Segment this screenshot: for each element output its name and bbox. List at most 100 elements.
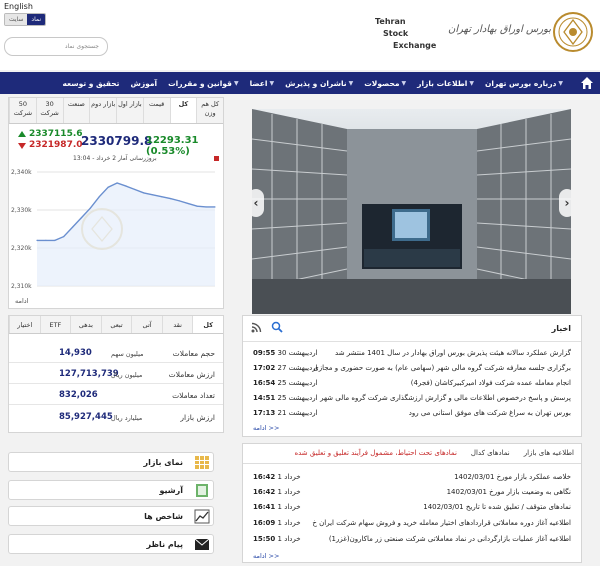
tab-first-market[interactable]: بازار اول	[116, 98, 143, 123]
slideshow-prev-button[interactable]: ‹	[252, 189, 264, 217]
chevron-down-icon: ▼	[233, 79, 239, 87]
data-point	[63, 236, 65, 238]
notice-item-time: 16:42 1 خرداد	[253, 488, 301, 496]
news-item[interactable]: انجام معامله عمده شرکت فولاد امیرکبیرکاش…	[249, 377, 577, 391]
nav-regulations[interactable]: قوانین و مقررات ▼	[168, 79, 238, 88]
grid-icon	[195, 456, 209, 469]
search-icon[interactable]	[271, 321, 283, 333]
mode-symbol-option[interactable]: نماد	[27, 14, 46, 25]
news-item[interactable]: گزارش عملکرد سالانه هیئت پذیرش بورس اورا…	[249, 347, 577, 361]
nav-research[interactable]: تحقیق و توسعه	[63, 79, 120, 88]
news-more-link[interactable]: ادامه >>	[253, 424, 279, 432]
stat-label: تعداد معاملات	[172, 391, 215, 400]
stat-row-count: تعداد معاملات 832,026	[9, 385, 223, 405]
news-item[interactable]: پرسش و پاسخ درخصوص اطلاعات مالی و گزارش …	[249, 392, 577, 406]
notice-item[interactable]: خلاصه عملکرد بازار مورخ 1402/03/01 16:42…	[249, 471, 577, 485]
notice-item[interactable]: اطلاعیه آغاز دوره معاملاتی قراردادهای اخ…	[249, 517, 577, 531]
news-item-time: 09:55 30 اردیبهشت	[253, 349, 318, 357]
tab-total[interactable]: کل	[169, 98, 197, 123]
stats-tab-total[interactable]: کل	[192, 316, 223, 333]
index-change: 12293.31 (0.53%)	[146, 135, 199, 157]
data-point	[161, 196, 163, 198]
market-view-button[interactable]: نمای بازار	[8, 452, 214, 472]
indices-button[interactable]: شاخص ها	[8, 506, 214, 526]
nav-issuers[interactable]: ناشران و پذیرش ▼	[285, 79, 353, 88]
news-time: 17:13	[253, 409, 276, 417]
stat-label: ارزش معاملات	[168, 370, 215, 379]
data-point	[169, 198, 172, 200]
stat-value: 832,026	[59, 390, 98, 400]
stat-value: 85,927,445	[59, 412, 113, 422]
notice-item-text: نمادهای متوقف / تعلیق شده تا تاریخ 1402/…	[423, 503, 571, 511]
tab-industry[interactable]: صنعت	[62, 98, 90, 123]
stats-tab-etf[interactable]: ETF	[39, 316, 71, 333]
tab-30-companies[interactable]: 30 شرکت	[35, 98, 63, 123]
news-time: 16:54	[253, 379, 276, 387]
data-point	[125, 185, 127, 187]
stats-tab-debt[interactable]: بدهی	[70, 316, 101, 333]
chart-update-caption: بروزرسانی آمار 2 خرداد - 13:04	[73, 155, 157, 162]
slideshow-next-button[interactable]: ›	[559, 189, 571, 217]
tab-total-equal-weight[interactable]: کل هم وزن	[196, 98, 223, 123]
notice-item[interactable]: نمادهای متوقف / تعلیق شده تا تاریخ 1402/…	[249, 501, 577, 515]
logo-text-english: Tehran Stock Exchange	[375, 16, 436, 52]
stats-tab-derivatives[interactable]: تبعی	[100, 316, 132, 333]
data-point	[152, 194, 154, 196]
stats-tab-futures[interactable]: آتی	[131, 316, 162, 333]
nav-education[interactable]: آموزش	[131, 79, 158, 88]
news-item-text: انجام معامله عمده شرکت فولاد امیرکبیرکاش…	[410, 379, 571, 387]
notice-item[interactable]: نگاهی به وضعیت بازار مورخ 1402/03/01 16:…	[249, 486, 577, 500]
index-intraday-chart: 2,340k 2,330k 2,320k 2,310k	[11, 169, 216, 290]
arrow-down-icon	[18, 143, 26, 149]
notice-date: 1 خرداد	[277, 488, 301, 496]
notices-tabs: اطلاعیه های بازار نمادهای کدال نمادهای ت…	[243, 444, 581, 464]
notices-more-link[interactable]: ادامه >>	[253, 552, 279, 560]
tab-second-market[interactable]: بازار دوم	[89, 98, 116, 123]
data-point	[89, 207, 91, 209]
notice-item-time: 16:09 1 خرداد	[253, 519, 301, 527]
notice-item-time: 16:41 1 خرداد	[253, 503, 301, 511]
chevron-right-icon: ›	[564, 196, 570, 210]
nav-products[interactable]: محصولات ▼	[364, 79, 406, 88]
tab-price[interactable]: قیمت	[142, 98, 170, 123]
archive-icon	[196, 484, 208, 497]
chevron-down-icon: ▼	[269, 79, 275, 87]
english-language-link[interactable]: English	[4, 2, 33, 11]
notice-time: 16:09	[253, 519, 276, 527]
nav-research-label: تحقیق و توسعه	[62, 78, 120, 88]
news-date: 25 اردیبهشت	[277, 394, 318, 402]
notice-item[interactable]: اطلاعیه آغاز عملیات بازارگردانی در نماد …	[249, 533, 577, 547]
rss-icon[interactable]	[251, 322, 262, 333]
data-point	[45, 239, 47, 241]
mode-site-option[interactable]: سایت	[5, 14, 28, 25]
stats-tab-cash[interactable]: نقد	[161, 316, 193, 333]
tab-codal-symbols[interactable]: نمادهای کدال	[464, 444, 517, 463]
archive-button[interactable]: آرشیو	[8, 480, 214, 500]
home-icon[interactable]	[580, 76, 594, 90]
nav-about[interactable]: درباره بورس تهران ▼	[485, 79, 563, 88]
data-point	[36, 239, 38, 241]
news-slideshow[interactable]: ‹ ›	[252, 109, 571, 314]
envelope-icon	[194, 538, 210, 550]
news-item[interactable]: برگزاری جلسه معارفه شرکت گروه مالی شهر (…	[249, 362, 577, 376]
nav-products-label: محصولات	[364, 78, 400, 88]
chevron-left-icon: ‹	[253, 196, 259, 210]
y-tick-label: 2,330k	[11, 207, 32, 214]
nav-regulations-label: قوانین و مقررات	[168, 78, 232, 88]
tab-suspended-symbols[interactable]: نمادهای تحت احتیاط، مشمول فرآیند تعلیق و…	[287, 444, 463, 463]
chevron-down-icon: ▼	[558, 79, 563, 87]
news-item[interactable]: بورس تهران به سراغ شرکت های موفق استانی …	[249, 407, 577, 421]
tab-market-notices[interactable]: اطلاعیه های بازار	[517, 444, 581, 463]
nav-market-info[interactable]: اطلاعات بازار ▼	[417, 79, 474, 88]
supervisor-message-button[interactable]: پیام ناظر	[8, 534, 214, 554]
search-mode-toggle[interactable]: سایت نماد	[4, 13, 47, 26]
nav-members[interactable]: اعضا ▼	[250, 79, 275, 88]
tab-50-companies[interactable]: 50 شرکت	[9, 98, 36, 123]
data-point	[98, 196, 100, 198]
stats-tab-options[interactable]: اختیار	[8, 316, 40, 333]
market-view-label: نمای بازار	[143, 458, 183, 467]
data-point	[72, 226, 74, 228]
chart-more-link[interactable]: ادامه	[15, 297, 28, 305]
stat-row-market-cap: ارزش بازار 85,927,445 میلیارد ریال	[9, 407, 223, 427]
symbol-search-input[interactable]: جستجوی نماد	[4, 37, 108, 56]
